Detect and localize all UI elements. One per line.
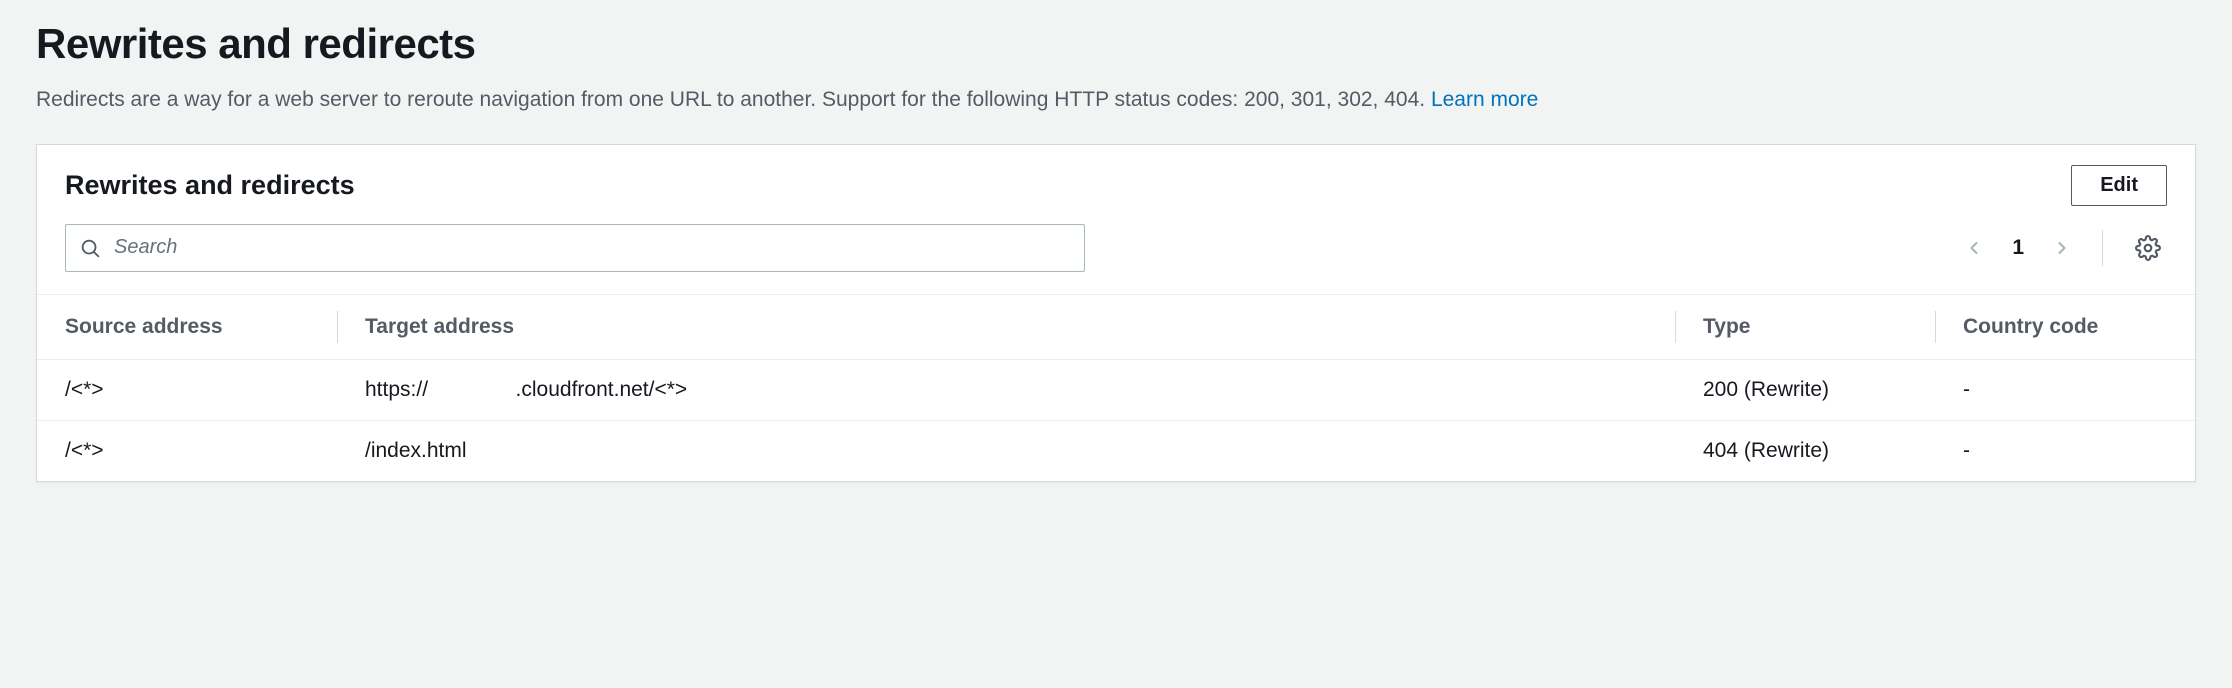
col-header-source[interactable]: Source address xyxy=(37,294,337,359)
chevron-right-icon xyxy=(2052,238,2072,258)
panel-title: Rewrites and redirects xyxy=(65,170,355,201)
next-page-button[interactable] xyxy=(2048,234,2076,262)
panel-header: Rewrites and redirects Edit xyxy=(37,145,2195,216)
table-row: /<*> https:// .cloudfront.net/<*> 200 (R… xyxy=(37,359,2195,420)
table-settings-button[interactable] xyxy=(2129,229,2167,267)
table-header-row: Source address Target address Type Count… xyxy=(37,294,2195,359)
page-description-text: Redirects are a way for a web server to … xyxy=(36,88,1425,111)
cell-country: - xyxy=(1935,420,2195,481)
search-icon xyxy=(79,237,101,259)
gear-icon xyxy=(2135,235,2161,261)
col-header-target[interactable]: Target address xyxy=(337,294,1675,359)
page-title: Rewrites and redirects xyxy=(36,20,2196,68)
page-description: Redirects are a way for a web server to … xyxy=(36,84,2196,116)
cell-source: /<*> xyxy=(37,420,337,481)
col-header-type[interactable]: Type xyxy=(1675,294,1935,359)
cell-type: 404 (Rewrite) xyxy=(1675,420,1935,481)
cell-country: - xyxy=(1935,359,2195,420)
cell-target: https:// .cloudfront.net/<*> xyxy=(337,359,1675,420)
cell-target: /index.html xyxy=(337,420,1675,481)
toolbar-divider xyxy=(2102,230,2103,266)
rewrites-panel: Rewrites and redirects Edit 1 xyxy=(36,144,2196,482)
col-header-country[interactable]: Country code xyxy=(1935,294,2195,359)
page-number: 1 xyxy=(2006,236,2030,260)
edit-button[interactable]: Edit xyxy=(2071,165,2167,206)
learn-more-link[interactable]: Learn more xyxy=(1431,88,1538,111)
panel-toolbar: 1 xyxy=(37,216,2195,294)
cell-type: 200 (Rewrite) xyxy=(1675,359,1935,420)
chevron-left-icon xyxy=(1964,238,1984,258)
pagination: 1 xyxy=(1960,229,2167,267)
cell-source: /<*> xyxy=(37,359,337,420)
table-row: /<*> /index.html 404 (Rewrite) - xyxy=(37,420,2195,481)
search-wrap xyxy=(65,224,1085,272)
search-input[interactable] xyxy=(65,224,1085,272)
prev-page-button[interactable] xyxy=(1960,234,1988,262)
redirects-table: Source address Target address Type Count… xyxy=(37,294,2195,481)
